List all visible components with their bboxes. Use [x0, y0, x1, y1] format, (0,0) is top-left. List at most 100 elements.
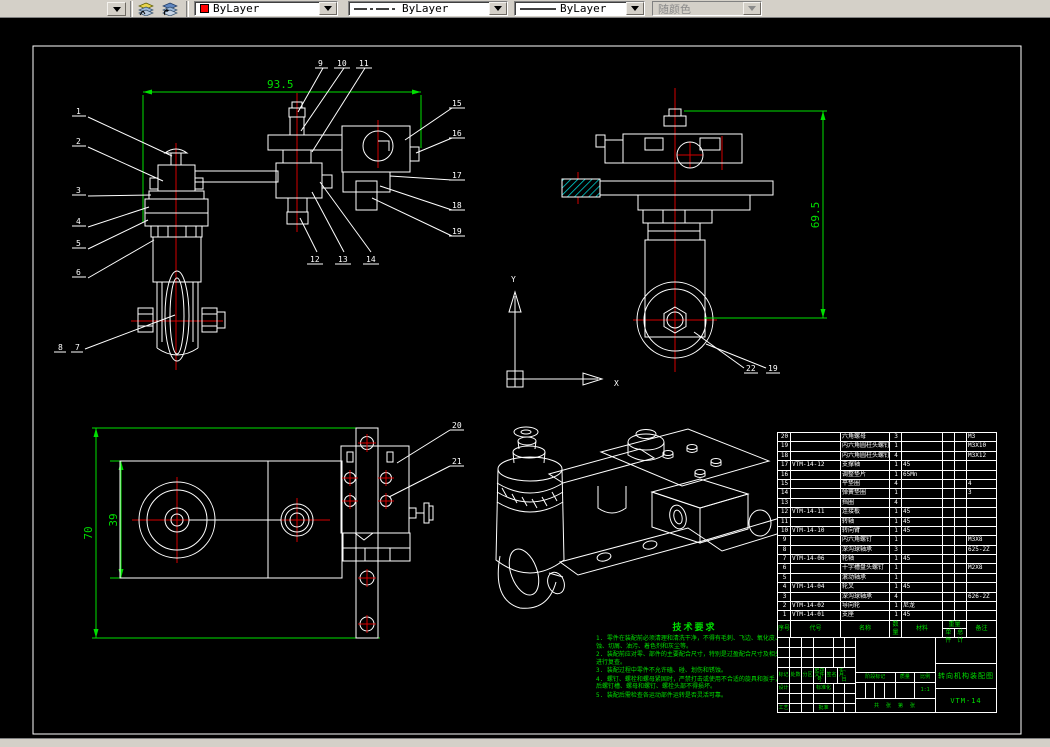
table-row: 10 VTM-14-10 转向臂 1 45 — [778, 526, 996, 537]
bom-code: VTM-14-02 — [791, 602, 841, 611]
title-block: 标记 处数 分区 更改文件号 签名 年、月、日 设计 标准化 工艺 批准 阶段标记 质量 … — [778, 638, 996, 713]
bom-total-weight — [955, 555, 967, 564]
bom-and-title-block: 20 六角螺母 3 M3 19 内六角圆柱头螺钉 1 M3X10 18 内六角圆… — [777, 432, 997, 713]
bom-seq: 9 — [778, 536, 791, 545]
change-row-label: 签名 — [826, 668, 838, 683]
lineweight-control-value: ByLayer — [560, 2, 607, 15]
bom-material — [902, 433, 943, 442]
bom-seq: 5 — [778, 573, 791, 583]
table-row: 5 滚动轴承 1 — [778, 573, 996, 584]
bom-name: 六角螺母 — [841, 433, 890, 442]
bom-total-weight — [955, 461, 967, 470]
svg-text:7: 7 — [75, 343, 80, 352]
color-control-combo[interactable]: ByLayer — [194, 1, 338, 16]
plotstyle-control-combo: 随颜色 — [652, 1, 762, 16]
bom-seq: 8 — [778, 545, 791, 555]
change-row-label: 处数 — [790, 668, 802, 683]
lineweight-control-combo[interactable]: ByLayer — [514, 1, 645, 16]
bom-name: 轮叉 — [841, 583, 890, 592]
bom-seq: 16 — [778, 470, 791, 479]
bom-header-seq: 序号 — [778, 621, 791, 637]
ucs-x-label: X — [614, 379, 619, 388]
bom-code — [791, 489, 841, 498]
bom-header-material: 材料 — [902, 621, 943, 637]
bom-qty: 1 — [890, 583, 902, 592]
bom-header-row: 序号 代号 名称 数量 材料 重量 单件 总计 备注 — [778, 621, 996, 644]
bom-name: 滚动轴承 — [841, 573, 890, 583]
linetype-control-value: ByLayer — [402, 2, 449, 15]
bom-header-unit-weight: 单件 — [943, 629, 955, 644]
svg-text:39: 39 — [107, 513, 120, 526]
chevron-down-icon — [494, 6, 502, 11]
bom-code: VTM-14-12 — [791, 461, 841, 470]
color-control-arrow[interactable] — [319, 2, 337, 15]
bom-name: 支座 — [841, 611, 890, 620]
bom-header-note: 备注 — [975, 625, 988, 632]
make-object-layer-current-icon — [138, 2, 154, 16]
bom-note: 626-2Z — [968, 592, 990, 600]
bom-note — [967, 611, 996, 619]
process-label: 工艺 — [778, 704, 790, 713]
note-line: 2. 装配前应对零、部件的主要配合尺寸，特别是过盈配合尺寸及相关精度进行复查。 — [596, 651, 793, 666]
bom-unit-weight — [943, 555, 955, 564]
bom-total-weight — [955, 498, 967, 508]
svg-text:93.5: 93.5 — [267, 78, 294, 91]
toolbar-separator — [130, 1, 133, 17]
table-row: 2 VTM-14-02 导向轮 1 尼龙 — [778, 602, 996, 612]
bom-seq: 1 — [778, 611, 791, 620]
lineweight-control-arrow[interactable] — [626, 2, 644, 15]
svg-text:11: 11 — [359, 59, 369, 68]
bom-unit-weight — [943, 592, 955, 601]
bom-name: 挡圈 — [841, 498, 890, 508]
chevron-down-icon — [324, 6, 332, 11]
bom-code: VTM-14-06 — [791, 555, 841, 564]
scale-value: 1:1 — [920, 687, 930, 693]
bom-material — [902, 536, 943, 545]
make-object-layer-current-button[interactable] — [135, 1, 157, 17]
bom-header-weight: 重量 单件 总计 — [943, 621, 967, 644]
bom-material: 45 — [902, 555, 943, 564]
bom-name: 支撑轴 — [841, 461, 890, 470]
bom-qty: 1 — [890, 517, 902, 526]
bom-material — [902, 479, 943, 489]
svg-text:18: 18 — [452, 201, 462, 210]
bom-unit-weight — [943, 451, 955, 461]
bom-note — [967, 471, 996, 479]
bom-note — [967, 574, 996, 582]
bom-code — [791, 451, 841, 461]
note-line: 4. 螺钉、螺栓和螺母紧固时，严禁打击或使用不合适的旋具和扳手，紧固后螺钉槽、螺… — [596, 675, 793, 691]
standardization-label: 标准化 — [814, 684, 834, 693]
bom-note — [967, 518, 996, 526]
layer-previous-button[interactable] — [159, 1, 181, 17]
bom-material: 尼龙 — [902, 602, 943, 611]
bom-seq: 6 — [778, 564, 791, 573]
table-row: 15 平垫圈 4 4 — [778, 479, 996, 490]
bom-seq: 11 — [778, 517, 791, 526]
bom-total-weight — [955, 489, 967, 498]
bom-note: M3X10 — [968, 442, 987, 450]
bom-name: 转轴 — [841, 517, 890, 526]
bom-code: VTM-14-01 — [791, 611, 841, 620]
bom-header-name: 名称 — [841, 621, 890, 637]
linetype-control-combo[interactable]: ByLayer — [348, 1, 508, 16]
bom-qty: 1 — [890, 526, 902, 536]
bom-qty: 1 — [890, 564, 902, 573]
svg-text:16: 16 — [452, 129, 462, 138]
bom-unit-weight — [943, 479, 955, 489]
bom-rows: 20 六角螺母 3 M3 19 内六角圆柱头螺钉 1 M3X10 18 内六角圆… — [778, 433, 996, 621]
bom-unit-weight — [943, 536, 955, 545]
bom-note — [967, 499, 996, 507]
bom-note — [967, 527, 996, 535]
bom-seq: 3 — [778, 592, 791, 601]
bom-code — [791, 442, 841, 451]
linetype-control-arrow[interactable] — [489, 2, 507, 15]
bom-name: 内六角圆柱头螺钉 — [842, 442, 890, 451]
bom-total-weight — [955, 479, 967, 489]
bom-name: 转向臂 — [841, 526, 890, 536]
status-strip — [0, 738, 1050, 747]
svg-text:19: 19 — [768, 364, 778, 373]
toolbar-separator — [186, 1, 189, 17]
bom-note: M3 — [968, 433, 976, 440]
layer-dropdown-button[interactable] — [107, 2, 126, 16]
table-row: 12 VTM-14-11 连接板 1 45 — [778, 508, 996, 518]
